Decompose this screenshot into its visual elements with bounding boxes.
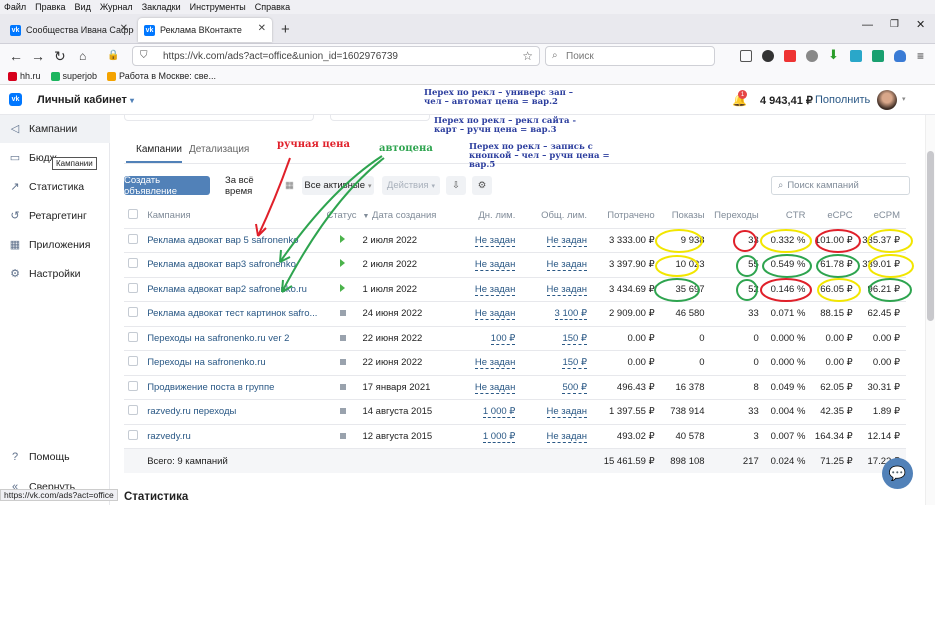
annotation-marks: [255, 155, 914, 302]
chat-button[interactable]: 💬: [882, 458, 913, 489]
chat-icon: 💬: [888, 465, 907, 481]
status-bar-url: https://vk.com/ads?act=office: [0, 489, 118, 501]
page-scrollbar[interactable]: [925, 115, 935, 505]
scrollbar-thumb[interactable]: [927, 151, 934, 321]
